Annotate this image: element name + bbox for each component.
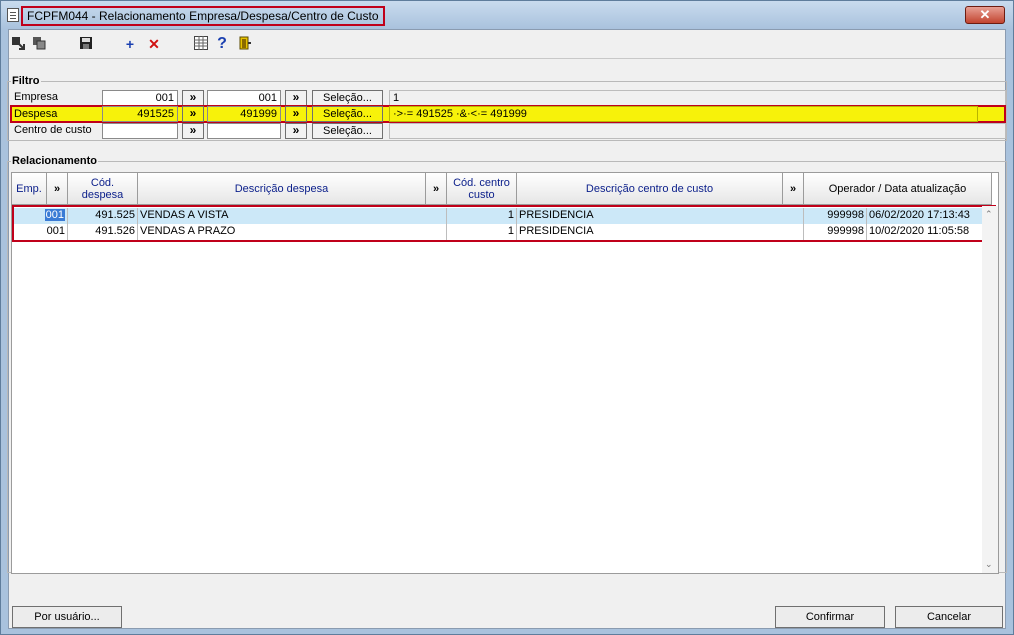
empresa-from-lookup-button[interactable]: » — [182, 90, 204, 106]
client-area: + ✕ ? Filtro Empresa 001 » 001 » Seleção… — [7, 29, 1007, 629]
column-header-desc-despesa[interactable]: Descrição despesa — [138, 173, 426, 205]
delete-icon[interactable]: ✕ — [146, 36, 162, 52]
empresa-to-lookup-button[interactable]: » — [285, 90, 307, 106]
column-header-emp[interactable]: Emp. — [12, 173, 47, 205]
add-icon[interactable]: + — [122, 36, 138, 52]
column-header-centro-lookup[interactable]: » — [783, 173, 804, 205]
empresa-filter-readout: 1 — [389, 90, 1006, 106]
despesa-label: Despesa — [14, 108, 58, 120]
relacionamento-group: Relacionamento Emp. » Cód. despesa Descr… — [7, 154, 1007, 574]
help-icon[interactable]: ? — [214, 36, 230, 52]
por-usuario-button[interactable]: Por usuário... — [12, 606, 122, 628]
window-title: FCPFM044 - Relacionamento Empresa/Despes… — [21, 6, 385, 26]
document-icon — [7, 8, 19, 22]
despesa-from-lookup-button[interactable]: » — [182, 106, 204, 122]
cancelar-button[interactable]: Cancelar — [895, 606, 1003, 628]
despesa-to-input[interactable]: 491999 — [207, 106, 281, 122]
rows-highlight-box — [12, 205, 996, 242]
centro-custo-label: Centro de custo — [14, 124, 92, 136]
column-header-despesa-lookup[interactable]: » — [426, 173, 447, 205]
copy-icon[interactable] — [31, 36, 47, 52]
toolbar: + ✕ ? — [9, 30, 1005, 58]
centro-custo-from-input[interactable] — [102, 123, 178, 139]
despesa-filter-readout: ·>·= 491525 ·&·<·= 491999 — [389, 106, 978, 122]
filtro-title: Filtro — [11, 74, 41, 88]
grid-icon[interactable] — [193, 36, 209, 52]
select-icon[interactable] — [10, 36, 26, 52]
app-window: FCPFM044 - Relacionamento Empresa/Despes… — [0, 0, 1014, 635]
toolbar-divider — [9, 58, 1005, 59]
relacionamento-grid: Emp. » Cód. despesa Descrição despesa » … — [11, 172, 999, 574]
column-header-emp-lookup[interactable]: » — [47, 173, 68, 205]
centro-custo-to-lookup-button[interactable]: » — [285, 123, 307, 139]
column-header-cod-centro[interactable]: Cód. centro custo — [447, 173, 517, 205]
scroll-down-icon[interactable]: ⌄ — [985, 559, 993, 570]
relacionamento-title: Relacionamento — [11, 154, 98, 168]
filtro-group: Filtro Empresa 001 » 001 » Seleção... 1 … — [7, 74, 1007, 141]
centro-custo-selecao-button[interactable]: Seleção... — [312, 123, 383, 139]
centro-custo-from-lookup-button[interactable]: » — [182, 123, 204, 139]
column-header-cod-despesa[interactable]: Cód. despesa — [68, 173, 138, 205]
centro-custo-filter-readout — [389, 123, 1006, 139]
empresa-to-input[interactable]: 001 — [207, 90, 281, 106]
exit-icon[interactable] — [237, 36, 253, 52]
empresa-from-input[interactable]: 001 — [102, 90, 178, 106]
centro-custo-to-input[interactable] — [207, 123, 281, 139]
empresa-selecao-button[interactable]: Seleção... — [312, 90, 383, 106]
save-icon[interactable] — [78, 36, 94, 52]
empresa-label: Empresa — [14, 91, 59, 103]
despesa-from-input[interactable]: 491525 — [102, 106, 178, 122]
despesa-selecao-button[interactable]: Seleção... — [312, 106, 383, 122]
title-bar: FCPFM044 - Relacionamento Empresa/Despes… — [1, 1, 1013, 29]
column-header-operador[interactable]: Operador / Data atualização — [804, 173, 992, 205]
column-header-desc-centro[interactable]: Descrição centro de custo — [517, 173, 783, 205]
grid-vertical-scrollbar[interactable]: ⌃ ⌄ — [982, 206, 998, 573]
close-button[interactable]: ✕ — [965, 6, 1005, 24]
despesa-to-lookup-button[interactable]: » — [285, 106, 307, 122]
scroll-up-icon[interactable]: ⌃ — [985, 209, 993, 220]
confirmar-button[interactable]: Confirmar — [775, 606, 885, 628]
